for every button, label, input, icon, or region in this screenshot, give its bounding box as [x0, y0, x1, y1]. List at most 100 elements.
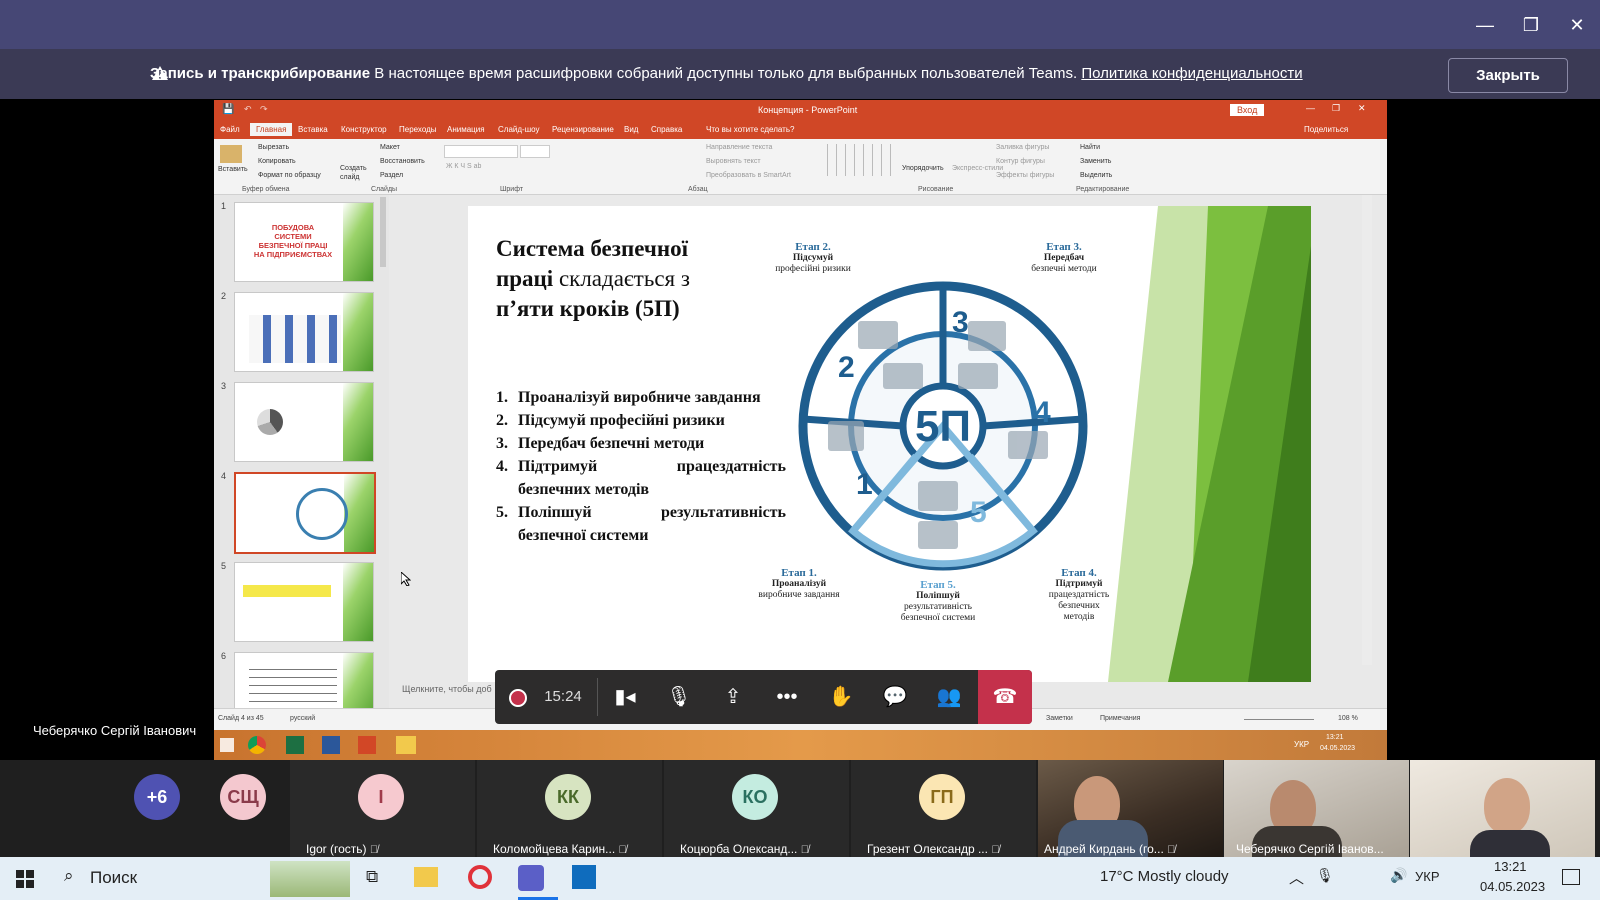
close-icon[interactable]: ✕: [1562, 10, 1592, 40]
close-banner-button[interactable]: Закрыть: [1448, 58, 1568, 93]
undo-icon[interactable]: ↶: [244, 104, 252, 115]
stage-5-text: результативність безпечної системи: [900, 602, 976, 623]
tab-help[interactable]: Справка: [651, 125, 682, 134]
redo-icon[interactable]: ↷: [260, 104, 268, 115]
save-icon[interactable]: 💾: [222, 104, 234, 115]
paste-icon[interactable]: [220, 145, 242, 163]
align-text-button[interactable]: Выровнять текст: [706, 158, 761, 165]
arrange-button[interactable]: Упорядочить: [902, 165, 944, 172]
more-actions-icon[interactable]: •••: [760, 670, 814, 724]
opera-icon[interactable]: [468, 865, 492, 889]
tab-slideshow[interactable]: Слайд-шоу: [498, 125, 539, 134]
microphone-icon[interactable]: 🎙: [1316, 867, 1334, 884]
powerpoint-icon[interactable]: [358, 736, 376, 754]
slide-thumbnail-4[interactable]: [234, 472, 376, 554]
word-icon[interactable]: [322, 736, 340, 754]
tab-view[interactable]: Вид: [624, 125, 638, 134]
participant-tile[interactable]: КО Коцюрба Олександ... 🎙̸: [664, 760, 849, 857]
photos-icon[interactable]: [572, 865, 596, 889]
participant-tile[interactable]: КК Коломойцева Карин... 🎙̸: [477, 760, 662, 857]
zoom-slider[interactable]: [1244, 719, 1314, 720]
privacy-policy-link[interactable]: Политика конфиденциальности: [1081, 65, 1302, 82]
chrome-icon[interactable]: [248, 736, 266, 754]
shape-outline-button[interactable]: Контур фигуры: [996, 158, 1045, 165]
explorer-icon[interactable]: [396, 736, 416, 754]
tab-transitions[interactable]: Переходы: [399, 125, 437, 134]
tab-review[interactable]: Рецензирование: [552, 125, 614, 134]
minimize-icon[interactable]: —: [1470, 10, 1500, 40]
tab-design[interactable]: Конструктор: [341, 125, 387, 134]
font-name-field[interactable]: [444, 145, 518, 158]
clock-time[interactable]: 13:21: [1494, 859, 1527, 874]
teams-icon[interactable]: [518, 865, 544, 891]
select-button[interactable]: Выделить: [1080, 172, 1112, 179]
task-view-icon[interactable]: ⧉: [366, 867, 378, 887]
participant-tile[interactable]: СЩ: [196, 760, 290, 857]
text-direction-button[interactable]: Направление текста: [706, 144, 772, 151]
signin-button[interactable]: Вход: [1230, 104, 1265, 116]
participants-icon[interactable]: 👥: [922, 670, 976, 724]
language-status[interactable]: русский: [290, 715, 315, 722]
shape-effects-button[interactable]: Эффекты фигуры: [996, 172, 1054, 179]
mic-muted-icon[interactable]: 🎙: [652, 670, 706, 724]
slide-thumbnail-2[interactable]: [234, 292, 374, 372]
pp-close-icon[interactable]: ✕: [1358, 103, 1366, 114]
tab-animation[interactable]: Анимация: [447, 125, 485, 134]
quick-styles-button[interactable]: Экспресс-стили: [952, 165, 1003, 172]
slide-scrollbar[interactable]: [1362, 195, 1372, 665]
smartart-button[interactable]: Преобразовать в SmartArt: [706, 172, 791, 179]
language-indicator[interactable]: УКР: [1415, 869, 1440, 884]
new-slide-button[interactable]: Создать слайд: [340, 164, 367, 182]
copy-button[interactable]: Копировать: [258, 158, 296, 165]
chat-icon[interactable]: 💬: [868, 670, 922, 724]
overflow-tile[interactable]: +6: [100, 760, 196, 857]
raise-hand-icon[interactable]: ✋: [814, 670, 868, 724]
excel-icon[interactable]: [286, 736, 304, 754]
remote-start-icon[interactable]: [220, 738, 234, 752]
tell-me-search[interactable]: Что вы хотите сделать?: [706, 125, 794, 134]
notifications-icon[interactable]: [1562, 869, 1580, 885]
weather-widget[interactable]: 17°C Mostly cloudy: [1100, 868, 1229, 885]
format-painter-button[interactable]: Формат по образцу: [258, 172, 321, 179]
maximize-icon[interactable]: ❐: [1516, 10, 1546, 40]
comments-button[interactable]: Примечания: [1100, 715, 1140, 722]
tab-file[interactable]: Файл: [220, 125, 240, 134]
layout-button[interactable]: Макет: [380, 144, 400, 151]
pp-minimize-icon[interactable]: —: [1306, 103, 1315, 113]
volume-icon[interactable]: 🔊: [1390, 867, 1407, 884]
tab-home[interactable]: Главная: [250, 123, 293, 136]
chevron-up-icon[interactable]: ︿: [1289, 867, 1304, 888]
font-size-field[interactable]: [520, 145, 550, 158]
find-button[interactable]: Найти: [1080, 144, 1100, 151]
participant-tile[interactable]: I Igor (гость) 🎙̸: [290, 760, 475, 857]
replace-button[interactable]: Заменить: [1080, 158, 1111, 165]
tab-insert[interactable]: Вставка: [298, 125, 328, 134]
shape-fill-button[interactable]: Заливка фигуры: [996, 144, 1049, 151]
clock-date[interactable]: 04.05.2023: [1480, 879, 1545, 894]
pp-maximize-icon[interactable]: ❐: [1332, 103, 1340, 114]
slide-thumbnail-5[interactable]: [234, 562, 374, 642]
hang-up-button[interactable]: ☎: [978, 670, 1032, 724]
share-screen-icon[interactable]: ⇪: [706, 670, 760, 724]
camera-icon[interactable]: ▮◂: [598, 670, 652, 724]
share-button[interactable]: Поделиться: [1304, 125, 1348, 134]
reset-button[interactable]: Восстановить: [380, 158, 425, 165]
windows-start-icon[interactable]: [16, 870, 34, 888]
slide-thumbnail-1[interactable]: ПОБУДОВА СИСТЕМИ БЕЗПЕЧНОЇ ПРАЦІ НА ПІДП…: [234, 202, 374, 282]
thumbs-scrollbar[interactable]: [380, 197, 386, 267]
zoom-level[interactable]: 108 %: [1338, 715, 1358, 722]
participant-tile[interactable]: ГП Грезент Олександр ... 🎙̸: [851, 760, 1036, 857]
section-button[interactable]: Раздел: [380, 172, 403, 179]
font-style-buttons[interactable]: Ж К Ч S ab: [446, 163, 481, 170]
slide-thumbnail-3[interactable]: [234, 382, 374, 462]
notes-placeholder[interactable]: Щелкните, чтобы доб: [402, 684, 492, 694]
video-tile[interactable]: Чеберячко Сергій Іванов...: [1224, 760, 1409, 857]
video-tile[interactable]: Андрей Кирдань (го... 🎙̸: [1038, 760, 1223, 857]
video-tile[interactable]: [1410, 760, 1595, 857]
cut-button[interactable]: Вырезать: [258, 144, 289, 151]
taskbar-search[interactable]: ⌕ Поиск: [50, 857, 350, 900]
shapes-gallery[interactable]: [819, 144, 897, 176]
notes-button[interactable]: Заметки: [1046, 715, 1073, 722]
paste-button[interactable]: Вставить: [218, 166, 248, 173]
file-explorer-icon[interactable]: [414, 867, 438, 887]
